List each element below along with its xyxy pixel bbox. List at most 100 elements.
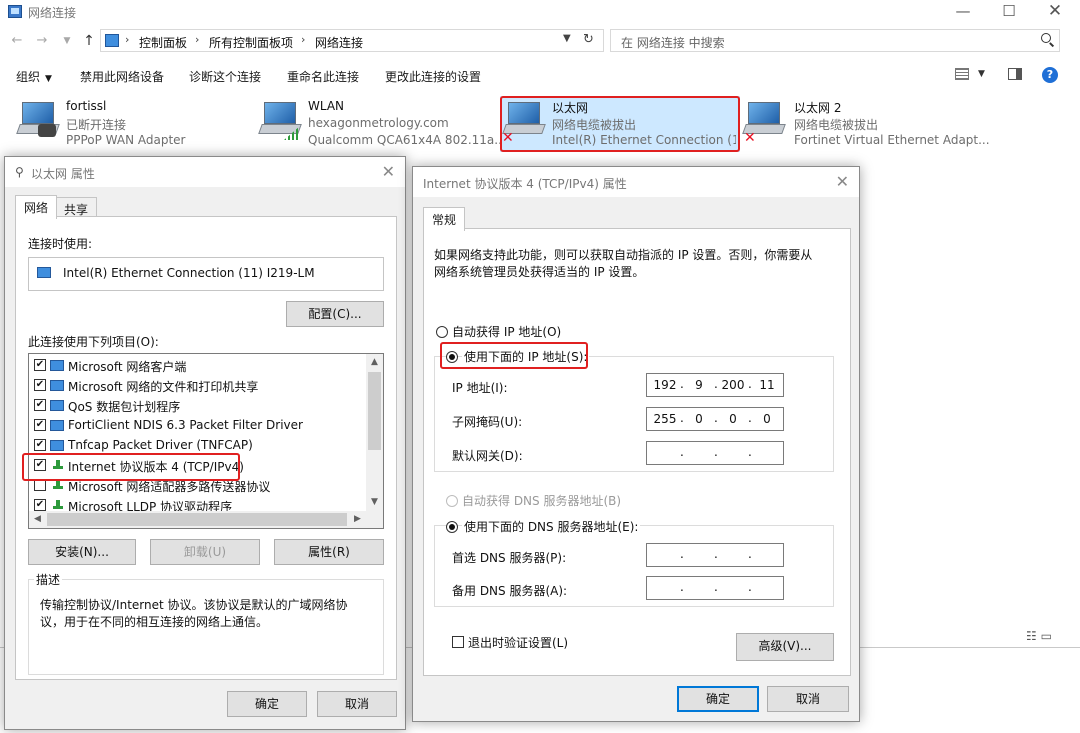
alternate-dns-label: 备用 DNS 服务器(A): xyxy=(452,584,568,598)
properties-button[interactable]: 属性(R) xyxy=(274,539,384,565)
view-options-icon[interactable] xyxy=(955,68,969,80)
preview-pane-icon[interactable] xyxy=(1008,68,1022,80)
recent-locations-chevron-icon[interactable]: ▼ xyxy=(58,32,76,50)
ok-button[interactable]: 确定 xyxy=(227,691,307,717)
item-label: QoS 数据包计划程序 xyxy=(68,400,181,414)
cancel-button[interactable]: 取消 xyxy=(767,686,849,712)
checkbox[interactable]: ✔ xyxy=(34,499,46,511)
subnet-mask-label: 子网掩码(U): xyxy=(452,415,523,429)
checkbox[interactable]: ✔ xyxy=(34,439,46,451)
adapter-name: fortissl xyxy=(66,99,107,113)
horizontal-scrollbar[interactable]: ◀ ▶ xyxy=(29,511,383,528)
forward-arrow-icon[interactable]: → xyxy=(33,32,51,50)
checkbox[interactable]: ✔ xyxy=(34,419,46,431)
list-item[interactable]: ✔ FortiClient NDIS 6.3 Packet Filter Dri… xyxy=(29,416,367,436)
auto-dns-label: 自动获得 DNS 服务器地址(B) xyxy=(462,494,622,508)
adapter-name: 以太网 2 xyxy=(794,101,842,115)
scroll-thumb[interactable] xyxy=(47,513,347,526)
validate-checkbox[interactable] xyxy=(452,636,464,648)
close-icon[interactable]: ✕ xyxy=(382,162,395,181)
address-dropdown-icon[interactable]: ▼ xyxy=(563,33,571,44)
network-service-icon xyxy=(50,420,64,431)
chevron-right-icon: › xyxy=(301,33,306,46)
description-title: 描述 xyxy=(34,571,63,588)
minimize-icon[interactable]: — xyxy=(940,0,986,24)
checkbox[interactable]: ✔ xyxy=(34,359,46,371)
adapter-status: hexagonmetrology.com xyxy=(308,116,449,130)
mask-octet-2: 0 xyxy=(695,412,703,426)
close-icon[interactable]: ✕ xyxy=(836,172,849,191)
breadcrumb-network-connections[interactable]: 网络连接 xyxy=(315,34,363,51)
adapter-device: Fortinet Virtual Ethernet Adapt... xyxy=(794,133,990,147)
adapter-ethernet-2[interactable]: ✕ 以太网 2 网络电缆被拔出 Fortinet Virtual Etherne… xyxy=(742,96,990,152)
configure-button[interactable]: 配置(C)... xyxy=(286,301,384,327)
scroll-down-icon[interactable]: ▼ xyxy=(366,494,383,511)
adapter-status: 网络电缆被拔出 xyxy=(794,118,879,132)
red-highlight-box xyxy=(440,342,588,369)
preferred-dns-label: 首选 DNS 服务器(P): xyxy=(452,551,567,565)
list-item[interactable]: ✔ QoS 数据包计划程序 xyxy=(29,396,367,416)
back-arrow-icon[interactable]: ← xyxy=(8,32,26,50)
rename-button[interactable]: 重命名此连接 xyxy=(287,68,359,85)
title-bar: 网络连接 — ☐ ✕ xyxy=(0,0,1080,24)
search-icon[interactable] xyxy=(1041,33,1051,43)
diagnose-button[interactable]: 诊断这个连接 xyxy=(189,68,261,85)
up-arrow-icon[interactable]: ↑ xyxy=(80,32,98,50)
ipv4-properties-dialog: Internet 协议版本 4 (TCP/IPv4) 属性 ✕ 常规 如果网络支… xyxy=(412,166,860,722)
chevron-down-icon: ▼ xyxy=(45,74,52,84)
uninstall-button[interactable]: 卸载(U) xyxy=(150,539,260,565)
auto-ip-radio[interactable] xyxy=(436,326,448,338)
details-view-icon[interactable]: ☷ ▭ xyxy=(1026,629,1052,643)
connect-using-label: 连接时使用: xyxy=(28,237,93,251)
command-bar: 组织 ▼ 禁用此网络设备 诊断这个连接 重命名此连接 更改此连接的设置 ▼ ? xyxy=(0,62,1080,88)
list-item[interactable]: ✔ Microsoft 网络客户端 xyxy=(29,356,367,376)
ok-button[interactable]: 确定 xyxy=(677,686,759,712)
checkbox[interactable]: ✔ xyxy=(34,379,46,391)
auto-dns-radio[interactable] xyxy=(446,495,458,507)
vertical-scrollbar[interactable]: ▲ ▼ xyxy=(366,354,383,528)
subnet-mask-field[interactable]: 255. 0. 0. 0 xyxy=(646,407,784,431)
close-icon[interactable]: ✕ xyxy=(1032,0,1078,24)
change-settings-button[interactable]: 更改此连接的设置 xyxy=(385,68,481,85)
tab-general[interactable]: 常规 xyxy=(423,207,466,231)
gateway-label: 默认网关(D): xyxy=(452,449,523,463)
scroll-left-icon[interactable]: ◀ xyxy=(29,511,46,528)
install-button[interactable]: 安装(N)... xyxy=(28,539,136,565)
maximize-icon[interactable]: ☐ xyxy=(986,0,1032,24)
address-bar[interactable]: › 控制面板 › 所有控制面板项 › 网络连接 ▼ ↻ xyxy=(100,29,604,52)
refresh-icon[interactable]: ↻ xyxy=(583,32,594,47)
cancel-button[interactable]: 取消 xyxy=(317,691,397,717)
list-item[interactable]: ✔ Microsoft 网络的文件和打印机共享 xyxy=(29,376,367,396)
description-text: 传输控制协议/Internet 协议。该协议是默认的广域网络协议，用于在不同的相… xyxy=(40,598,348,629)
preferred-dns-field[interactable]: ... xyxy=(646,543,784,567)
ip-address-field[interactable]: 192. 9. 200. 11 xyxy=(646,373,784,397)
components-list[interactable]: ✔ Microsoft 网络客户端 ✔ Microsoft 网络的文件和打印机共… xyxy=(28,353,384,529)
chevron-down-icon[interactable]: ▼ xyxy=(978,69,985,79)
breadcrumb-all-items[interactable]: 所有控制面板项 xyxy=(209,34,293,51)
item-label: Microsoft 网络客户端 xyxy=(68,360,187,374)
manual-dns-radio[interactable] xyxy=(446,521,458,533)
items-label: 此连接使用下列项目(O): xyxy=(28,335,159,349)
alternate-dns-field[interactable]: ... xyxy=(646,576,784,600)
network-card-icon xyxy=(37,267,51,278)
search-input[interactable]: 在 网络连接 中搜索 xyxy=(610,29,1060,52)
organize-button[interactable]: 组织 ▼ xyxy=(16,68,52,85)
adapter-ethernet[interactable]: ✕ 以太网 网络电缆被拔出 Intel(R) Ethernet Connecti… xyxy=(500,96,740,152)
network-service-icon xyxy=(50,400,64,411)
gateway-field[interactable]: ... xyxy=(646,441,784,465)
network-connections-icon xyxy=(8,5,22,18)
breadcrumb-control-panel[interactable]: 控制面板 xyxy=(139,34,187,51)
checkbox[interactable]: ✔ xyxy=(34,399,46,411)
scroll-thumb[interactable] xyxy=(368,372,381,450)
chevron-right-icon: › xyxy=(195,33,200,46)
adapter-wlan[interactable]: WLAN hexagonmetrology.com Qualcomm QCA61… xyxy=(258,96,506,152)
advanced-button[interactable]: 高级(V)... xyxy=(736,633,834,661)
help-icon[interactable]: ? xyxy=(1042,67,1058,83)
adapter-fortissl[interactable]: fortissl 已断开连接 PPPoP WAN Adapter xyxy=(16,96,238,152)
disable-device-button[interactable]: 禁用此网络设备 xyxy=(80,68,164,85)
tab-network[interactable]: 网络 xyxy=(15,195,58,219)
scroll-right-icon[interactable]: ▶ xyxy=(349,511,366,528)
scroll-up-icon[interactable]: ▲ xyxy=(366,354,383,371)
general-tab-panel: 如果网络支持此功能，则可以获取自动指派的 IP 设置。否则，你需要从网络系统管理… xyxy=(423,228,851,676)
network-client-icon xyxy=(50,360,64,371)
